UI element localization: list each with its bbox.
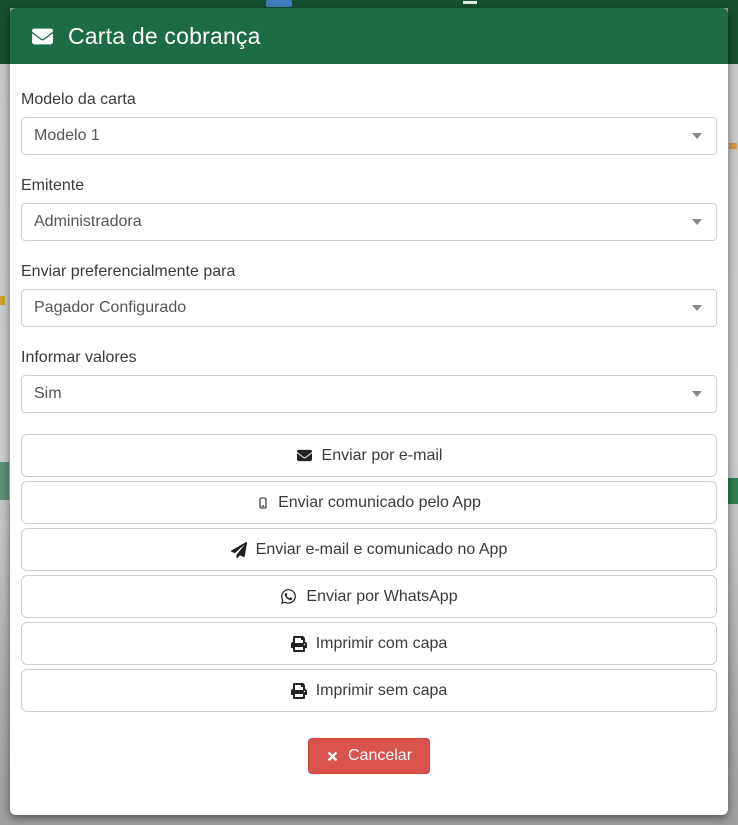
send-whatsapp-button[interactable]: Enviar por WhatsApp: [21, 575, 717, 618]
emitente-label: Emitente: [21, 176, 717, 195]
printer-icon: [291, 636, 307, 652]
page-fragment: [728, 478, 738, 504]
button-label: Enviar comunicado pelo App: [278, 494, 481, 512]
print-without-cover-button[interactable]: Imprimir sem capa: [21, 669, 717, 712]
form-group-destinatario: Enviar preferencialmente para Pagador Co…: [21, 262, 717, 327]
modal-footer: Cancelar: [21, 738, 717, 774]
chevron-down-icon: [692, 219, 702, 225]
cancel-label: Cancelar: [348, 747, 412, 765]
send-app-notice-button[interactable]: Enviar comunicado pelo App: [21, 481, 717, 524]
cancel-button[interactable]: Cancelar: [308, 738, 430, 774]
page-fragment: [266, 0, 292, 7]
modal-body: Modelo da carta Modelo 1 Emitente Admini…: [10, 64, 728, 774]
emitente-value: Administradora: [34, 213, 142, 231]
modal-header: Carta de cobrança: [10, 8, 728, 64]
button-label: Enviar e-mail e comunicado no App: [256, 541, 508, 559]
button-label: Imprimir sem capa: [316, 682, 448, 700]
page-behind-right-strip: [728, 0, 738, 825]
page-fragment: [0, 296, 5, 305]
action-buttons: Enviar por e-mail Enviar comunicado pelo…: [21, 434, 717, 712]
chevron-down-icon: [692, 305, 702, 311]
button-label: Enviar por e-mail: [322, 447, 443, 465]
send-email-button[interactable]: Enviar por e-mail: [21, 434, 717, 477]
informar-valores-label: Informar valores: [21, 348, 717, 367]
form-group-informar-valores: Informar valores Sim: [21, 348, 717, 413]
form-group-modelo: Modelo da carta Modelo 1: [21, 90, 717, 155]
modelo-carta-label: Modelo da carta: [21, 90, 717, 109]
chevron-down-icon: [692, 391, 702, 397]
whatsapp-icon: [280, 588, 297, 605]
envelope-icon: [296, 448, 313, 463]
form-group-emitente: Emitente Administradora: [21, 176, 717, 241]
emitente-select[interactable]: Administradora: [21, 203, 717, 241]
carta-cobranca-modal: Carta de cobrança Modelo da carta Modelo…: [10, 8, 728, 815]
envelope-icon: [30, 26, 55, 47]
button-label: Imprimir com capa: [316, 635, 448, 653]
informar-valores-value: Sim: [34, 385, 62, 403]
modelo-carta-select[interactable]: Modelo 1: [21, 117, 717, 155]
chevron-down-icon: [692, 133, 702, 139]
page-fragment: [0, 462, 9, 500]
modal-title: Carta de cobrança: [68, 23, 261, 50]
print-with-cover-button[interactable]: Imprimir com capa: [21, 622, 717, 665]
modelo-carta-value: Modelo 1: [34, 127, 100, 145]
mobile-icon: [257, 494, 269, 512]
page-behind-left-strip: [0, 0, 10, 825]
page-behind-top-strip: [0, 0, 738, 8]
paper-plane-icon: [231, 542, 247, 558]
printer-icon: [291, 683, 307, 699]
send-email-and-app-button[interactable]: Enviar e-mail e comunicado no App: [21, 528, 717, 571]
destinatario-value: Pagador Configurado: [34, 299, 186, 317]
page-fragment: [463, 1, 477, 4]
button-label: Enviar por WhatsApp: [306, 588, 457, 606]
page-fragment: [729, 143, 737, 149]
destinatario-select[interactable]: Pagador Configurado: [21, 289, 717, 327]
informar-valores-select[interactable]: Sim: [21, 375, 717, 413]
destinatario-label: Enviar preferencialmente para: [21, 262, 717, 281]
close-icon: [326, 750, 339, 763]
